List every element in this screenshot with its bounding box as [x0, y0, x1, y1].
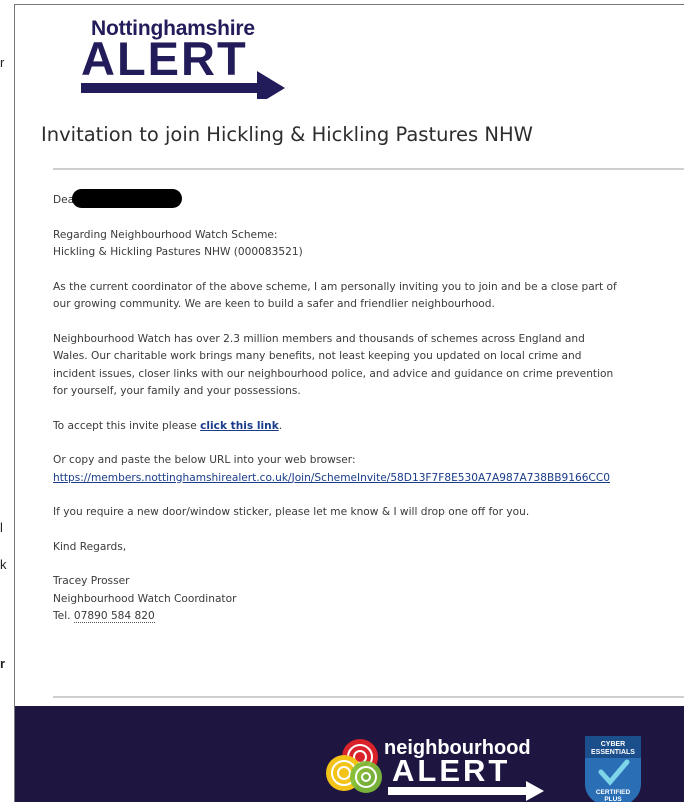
background-fragment: r [0, 656, 6, 671]
background-fragment: r [0, 55, 5, 70]
target-rings-icon [326, 739, 382, 793]
paragraph-line: incident issues, closer links with our n… [53, 367, 614, 380]
scheme-invite-url[interactable]: https://members.nottinghamshirealert.co.… [53, 472, 610, 484]
cyber-essentials-badge: CYBER ESSENTIALS CERTIFIED PLUS [581, 732, 645, 802]
nottinghamshire-alert-logo: Nottinghamshire ALERT [81, 17, 291, 99]
sign-off: Kind Regards, [53, 540, 127, 553]
sticker-line: If you require a new door/window sticker… [53, 506, 530, 518]
sender-name: Tracey Prosser [53, 575, 130, 587]
click-this-link[interactable]: click this link [200, 420, 279, 432]
email-title: Invitation to join Hickling & Hickling P… [41, 123, 533, 146]
paragraph-line: Neighbourhood Watch has over 2.3 million… [53, 332, 585, 345]
regarding-line: Regarding Neighbourhood Watch Scheme: [53, 228, 278, 241]
sender-role: Neighbourhood Watch Coordinator [53, 592, 237, 605]
email-footer: neighbourhood ALERT CYBER ESSENTIALS CER… [15, 706, 684, 802]
paragraph-line: Wales. Our charitable work brings many b… [53, 350, 582, 362]
certified-plus-text: CERTIFIED PLUS [595, 789, 631, 802]
redacted-name [72, 189, 183, 208]
email-body: Dea Regarding Neighbourhood Watch Scheme… [53, 189, 684, 626]
neighbourhood-alert-logo: neighbourhood ALERT [322, 731, 552, 801]
cyber-essentials-text: CYBER ESSENTIALS [591, 741, 635, 756]
accept-line: To accept this invite please click this … [53, 419, 283, 432]
divider [53, 696, 684, 698]
paragraph-line: for yourself, your family and your posse… [53, 385, 301, 397]
divider [53, 168, 684, 170]
alert-arrow-icon [388, 781, 544, 801]
background-fragment: k [0, 557, 7, 572]
paragraph-line: our growing community. We are keen to bu… [53, 298, 495, 310]
background-fragment: l [0, 520, 3, 535]
phone-number[interactable]: 07890 584 820 [73, 610, 155, 623]
sender-phone: Tel. 07890 584 820 [53, 610, 155, 623]
copy-url-instruction: Or copy and paste the below URL into you… [53, 454, 356, 466]
scheme-name: Hickling & Hickling Pastures NHW (000083… [53, 246, 303, 258]
email-frame: Nottinghamshire ALERT Invitation to join… [14, 4, 684, 802]
paragraph-line: As the current coordinator of the above … [53, 280, 617, 293]
logo-arrow-icon [81, 71, 285, 99]
greeting: Dea [53, 189, 684, 210]
